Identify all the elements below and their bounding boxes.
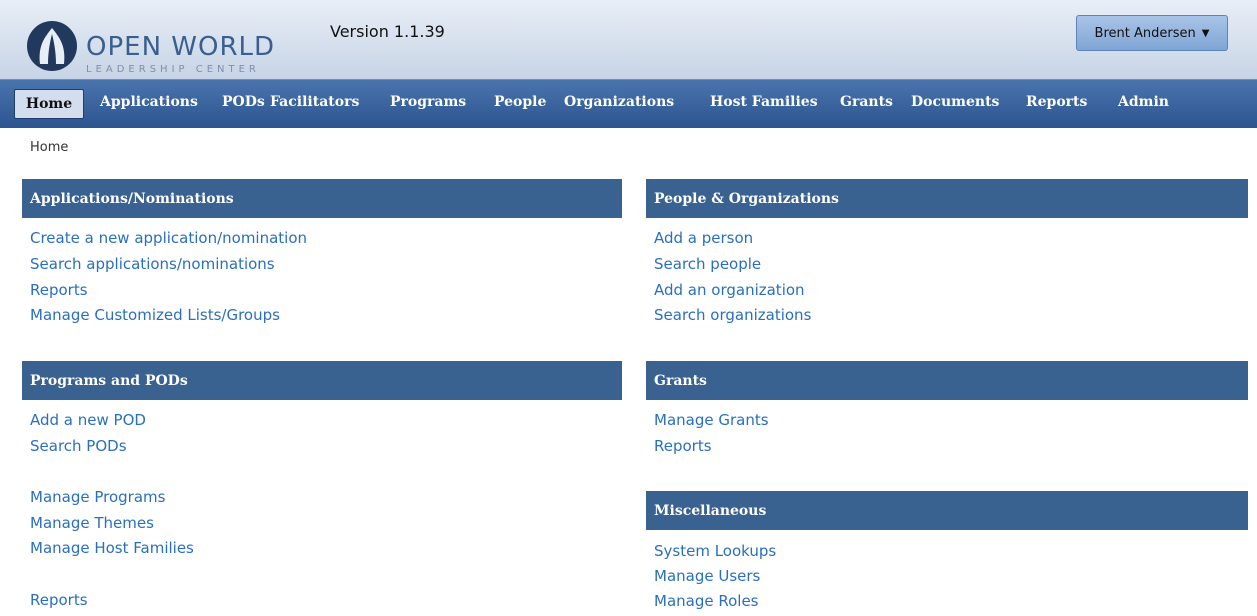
logo[interactable]: OPEN WORLD LEADERSHIP CENTER xyxy=(26,14,286,75)
manage-programs-link[interactable]: Manage Programs xyxy=(30,488,165,506)
programs-reports-link[interactable]: Reports xyxy=(30,591,88,609)
nav-applications[interactable]: Applications xyxy=(100,94,198,110)
nav-pods[interactable]: PODs xyxy=(222,94,265,110)
grants-reports-link[interactable]: Reports xyxy=(654,437,712,455)
search-people-link[interactable]: Search people xyxy=(654,255,761,273)
manage-host-families-link[interactable]: Manage Host Families xyxy=(30,539,194,557)
nav-grants[interactable]: Grants xyxy=(840,94,893,110)
logo-subtitle: LEADERSHIP CENTER xyxy=(86,64,260,75)
main-nav: Home Applications PODs Facilitators Prog… xyxy=(0,79,1257,128)
version-label: Version 1.1.39 xyxy=(330,22,445,41)
nav-reports[interactable]: Reports xyxy=(1026,94,1087,110)
manage-themes-link[interactable]: Manage Themes xyxy=(30,514,154,532)
nav-host-families[interactable]: Host Families xyxy=(710,94,818,110)
search-applications-link[interactable]: Search applications/nominations xyxy=(30,255,275,273)
nav-documents[interactable]: Documents xyxy=(911,94,999,110)
caret-down-icon: ▼ xyxy=(1201,27,1210,39)
people-section-header: People & Organizations xyxy=(646,179,1248,218)
manage-lists-link[interactable]: Manage Customized Lists/Groups xyxy=(30,306,280,324)
nav-admin[interactable]: Admin xyxy=(1118,94,1169,110)
nav-home[interactable]: Home xyxy=(14,89,84,119)
add-person-link[interactable]: Add a person xyxy=(654,229,753,247)
app-header: OPEN WORLD LEADERSHIP CENTER Version 1.1… xyxy=(0,0,1257,79)
manage-grants-link[interactable]: Manage Grants xyxy=(654,411,769,429)
create-application-link[interactable]: Create a new application/nomination xyxy=(30,229,307,247)
system-lookups-link[interactable]: System Lookups xyxy=(654,542,776,560)
misc-section-header: Miscellaneous xyxy=(646,491,1248,530)
search-pods-link[interactable]: Search PODs xyxy=(30,437,127,455)
user-name: Brent Andersen xyxy=(1094,25,1196,41)
nav-facilitators[interactable]: Facilitators xyxy=(270,94,359,110)
manage-roles-link[interactable]: Manage Roles xyxy=(654,592,759,610)
nav-programs[interactable]: Programs xyxy=(390,94,466,110)
add-organization-link[interactable]: Add an organization xyxy=(654,281,805,299)
nav-organizations[interactable]: Organizations xyxy=(564,94,674,110)
logo-title: OPEN WORLD xyxy=(86,32,276,62)
logo-icon xyxy=(27,21,77,71)
add-pod-link[interactable]: Add a new POD xyxy=(30,411,146,429)
breadcrumb: Home xyxy=(30,140,69,155)
grants-section-header: Grants xyxy=(646,361,1248,400)
applications-reports-link[interactable]: Reports xyxy=(30,281,88,299)
search-organizations-link[interactable]: Search organizations xyxy=(654,306,811,324)
manage-users-link[interactable]: Manage Users xyxy=(654,567,760,585)
nav-people[interactable]: People xyxy=(494,94,546,110)
user-menu-button[interactable]: Brent Andersen ▼ xyxy=(1076,15,1228,51)
programs-section-header: Programs and PODs xyxy=(22,361,622,400)
applications-section-header: Applications/Nominations xyxy=(22,179,622,218)
